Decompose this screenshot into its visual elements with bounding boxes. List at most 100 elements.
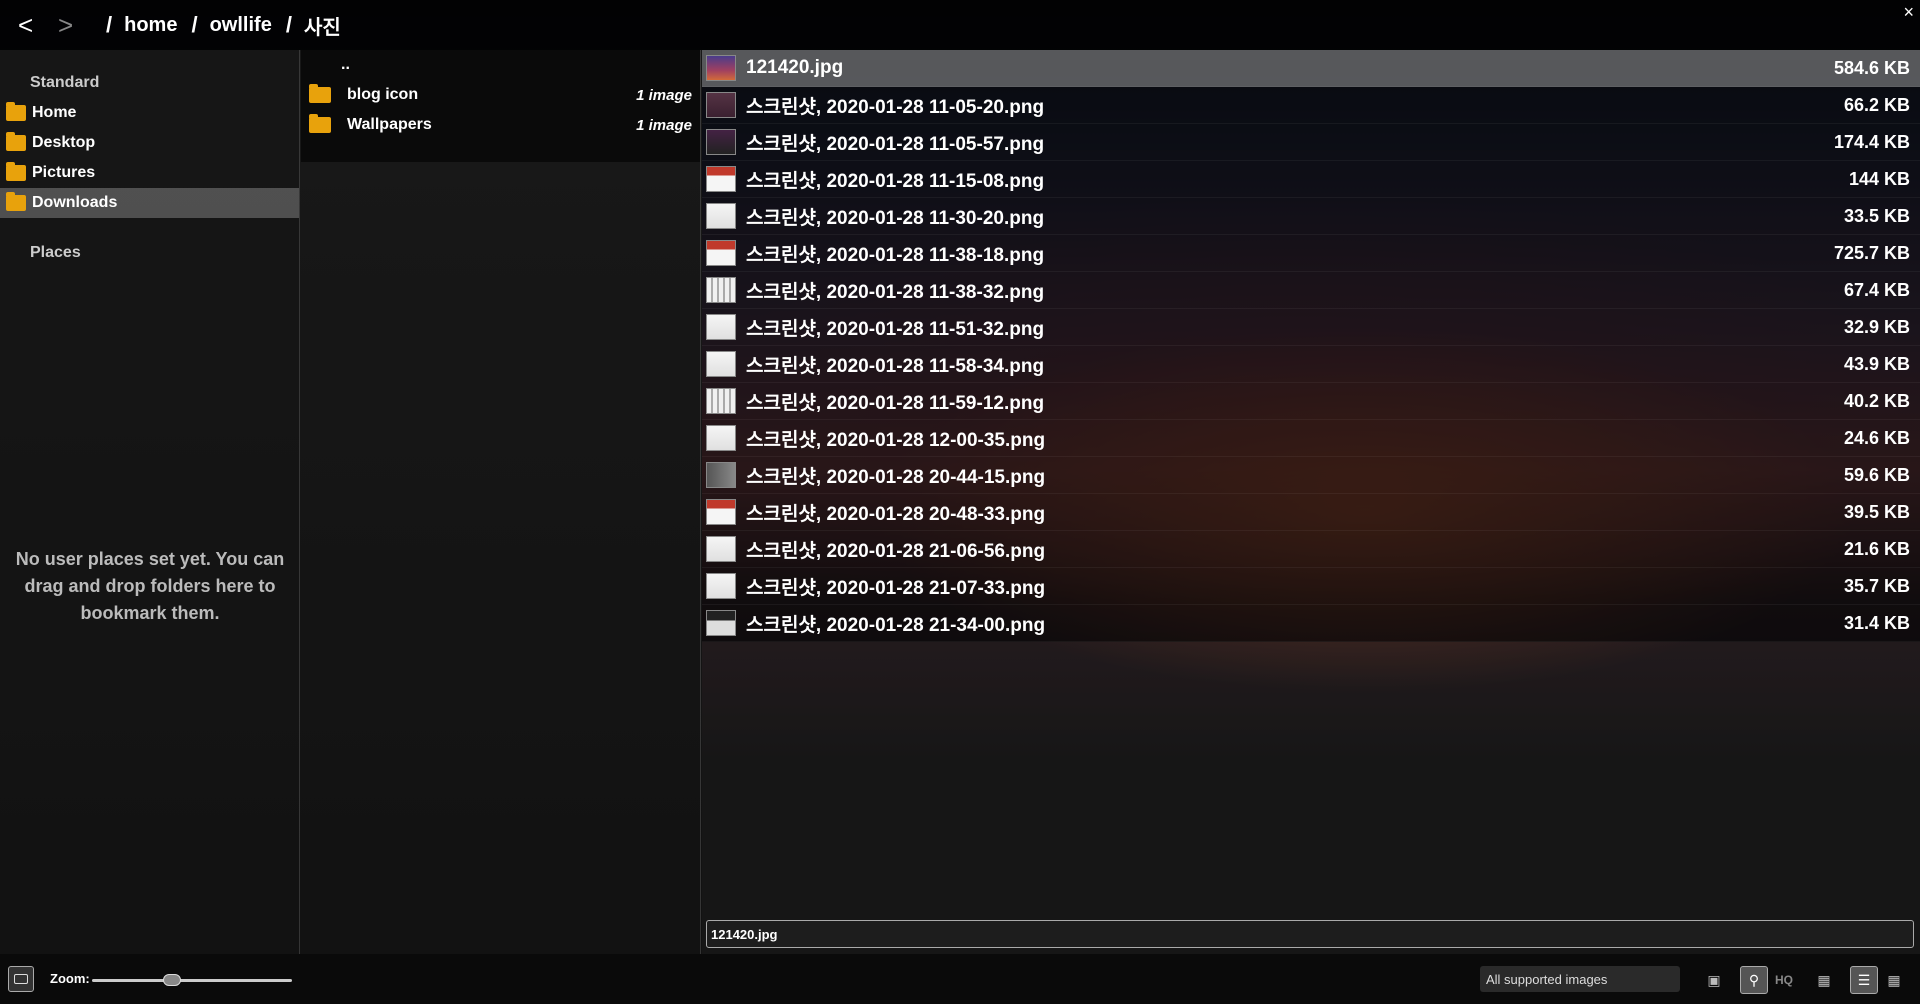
place-home[interactable]: Home [0, 98, 299, 128]
folders-list: .. blog icon 1 image Wallpapers 1 image [301, 50, 700, 162]
file-size: 144 KB [1848, 168, 1910, 189]
folder-name: Wallpapers [347, 116, 432, 133]
file-row[interactable]: 스크린샷, 2020-01-28 21-34-00.png 31.4 KB [702, 605, 1920, 642]
folder-item-wallpapers[interactable]: Wallpapers 1 image [301, 110, 700, 140]
file-size: 21.6 KB [1843, 538, 1910, 559]
file-name: 스크린샷, 2020-01-28 11-38-32.png [746, 281, 1045, 303]
forward-button[interactable]: > [58, 10, 98, 41]
folder-icon [309, 114, 331, 133]
file-name: 스크린샷, 2020-01-28 11-30-20.png [746, 207, 1045, 229]
file-list: 121420.jpg 584.6 KB 스크린샷, 2020-01-28 11-… [702, 50, 1920, 642]
file-name: 스크린샷, 2020-01-28 20-48-33.png [746, 503, 1046, 525]
place-label: Downloads [32, 194, 118, 211]
file-size: 66.2 KB [1843, 94, 1910, 115]
place-label: Desktop [32, 134, 96, 151]
breadcrumb-home[interactable]: home [124, 14, 177, 37]
folder-item-blog-icon[interactable]: blog icon 1 image [301, 80, 700, 110]
file-size: 40.2 KB [1843, 390, 1910, 411]
file-size: 584.6 KB [1833, 57, 1910, 78]
file-size: 35.7 KB [1843, 575, 1910, 596]
back-button[interactable]: < [18, 10, 58, 41]
file-row[interactable]: 스크린샷, 2020-01-28 11-05-57.png 174.4 KB [702, 124, 1920, 161]
zoom-slider-handle[interactable] [163, 974, 181, 986]
file-name: 스크린샷, 2020-01-28 21-07-33.png [746, 577, 1046, 599]
file-name: 스크린샷, 2020-01-28 11-58-34.png [746, 355, 1045, 377]
file-row[interactable]: 121420.jpg 584.6 KB [702, 50, 1920, 87]
file-size: 174.4 KB [1833, 131, 1910, 152]
image-thumbnail [706, 388, 736, 414]
place-downloads[interactable]: Downloads [0, 188, 299, 218]
file-row[interactable]: 스크린샷, 2020-01-28 11-15-08.png 144 KB [702, 161, 1920, 198]
image-thumbnail [706, 536, 736, 562]
file-name: 스크린샷, 2020-01-28 11-59-12.png [746, 392, 1045, 414]
file-row[interactable]: 스크린샷, 2020-01-28 21-06-56.png 21.6 KB [702, 531, 1920, 568]
close-icon[interactable]: × [1903, 2, 1914, 23]
file-row[interactable]: 스크린샷, 2020-01-28 20-48-33.png 39.5 KB [702, 494, 1920, 531]
image-thumbnail [706, 240, 736, 266]
image-thumbnail [706, 277, 736, 303]
file-row[interactable]: 스크린샷, 2020-01-28 20-44-15.png 59.6 KB [702, 457, 1920, 494]
file-name: 스크린샷, 2020-01-28 12-00-35.png [746, 429, 1046, 451]
file-row[interactable]: 스크린샷, 2020-01-28 11-05-20.png 66.2 KB [702, 87, 1920, 124]
toggle-places-button[interactable] [8, 966, 34, 992]
grid-view-icon[interactable]: ▦ [1880, 966, 1908, 994]
bottom-toolbar: Zoom: All supported images ▣ ⚲ HQ ▦ ☰ ▦ [0, 954, 1920, 1004]
preview-toggle-icon[interactable]: ⚲ [1740, 966, 1768, 994]
file-row[interactable]: 스크린샷, 2020-01-28 11-30-20.png 33.5 KB [702, 198, 1920, 235]
place-pictures[interactable]: Pictures [0, 158, 299, 188]
file-name: 스크린샷, 2020-01-28 11-15-08.png [746, 170, 1045, 192]
place-desktop[interactable]: Desktop [0, 128, 299, 158]
breadcrumb-separator: / [106, 12, 113, 37]
file-row[interactable]: 스크린샷, 2020-01-28 11-38-18.png 725.7 KB [702, 235, 1920, 272]
file-row[interactable]: 스크린샷, 2020-01-28 12-00-35.png 24.6 KB [702, 420, 1920, 457]
file-row[interactable]: 스크린샷, 2020-01-28 11-58-34.png 43.9 KB [702, 346, 1920, 383]
parent-folder[interactable]: .. [301, 50, 700, 80]
file-size: 24.6 KB [1843, 427, 1910, 448]
folder-count: 1 image [636, 116, 692, 134]
place-label: Home [32, 104, 77, 121]
image-preview-icon[interactable]: ▦ [1810, 966, 1838, 994]
image-thumbnail [706, 499, 736, 525]
file-row[interactable]: 스크린샷, 2020-01-28 21-07-33.png 35.7 KB [702, 568, 1920, 605]
file-size: 725.7 KB [1833, 242, 1910, 263]
image-thumbnail [706, 166, 736, 192]
image-thumbnail [706, 425, 736, 451]
file-name: 스크린샷, 2020-01-28 20-44-15.png [746, 466, 1046, 488]
breadcrumb-current[interactable]: 사진 [304, 11, 341, 40]
zoom-slider[interactable] [92, 979, 292, 982]
file-size: 33.5 KB [1843, 205, 1910, 226]
folder-name: blog icon [347, 86, 419, 103]
image-thumbnail [706, 92, 736, 118]
file-row[interactable]: 스크린샷, 2020-01-28 11-51-32.png 32.9 KB [702, 309, 1920, 346]
folder-outline-icon [14, 974, 28, 984]
file-size: 43.9 KB [1843, 353, 1910, 374]
file-size: 67.4 KB [1843, 279, 1910, 300]
thumbnail-chip-icon[interactable]: ▣ [1700, 966, 1728, 994]
file-size: 59.6 KB [1843, 464, 1910, 485]
breadcrumb-separator: / [191, 12, 198, 37]
place-label: Pictures [32, 164, 96, 181]
file-type-filter[interactable]: All supported images [1480, 966, 1680, 992]
image-thumbnail [706, 55, 736, 81]
file-row[interactable]: 스크린샷, 2020-01-28 11-38-32.png 67.4 KB [702, 272, 1920, 309]
standard-heading: Standard [30, 74, 100, 91]
image-thumbnail [706, 610, 736, 636]
folders-panel: .. blog icon 1 image Wallpapers 1 image [301, 50, 701, 954]
file-name: 스크린샷, 2020-01-28 11-38-18.png [746, 244, 1045, 266]
hq-preview-button[interactable]: HQ [1770, 966, 1798, 994]
no-places-message: No user places set yet. You can drag and… [15, 549, 285, 623]
file-row[interactable]: 스크린샷, 2020-01-28 11-59-12.png 40.2 KB [702, 383, 1920, 420]
folder-count: 1 image [636, 86, 692, 104]
downloads-folder-icon [6, 192, 26, 211]
file-name: 스크린샷, 2020-01-28 11-05-57.png [746, 133, 1045, 155]
breadcrumb-separator: / [285, 12, 292, 37]
list-view-icon[interactable]: ☰ [1850, 966, 1878, 994]
file-size: 32.9 KB [1843, 316, 1910, 337]
file-name: 스크린샷, 2020-01-28 11-51-32.png [746, 318, 1045, 340]
desktop-folder-icon [6, 132, 26, 151]
breadcrumb-owllife[interactable]: owllife [210, 14, 272, 37]
image-thumbnail [706, 351, 736, 377]
breadcrumb-bar: < > / home / owllife / 사진 × [0, 0, 1920, 50]
file-size: 39.5 KB [1843, 501, 1910, 522]
filename-input[interactable] [706, 920, 1914, 948]
